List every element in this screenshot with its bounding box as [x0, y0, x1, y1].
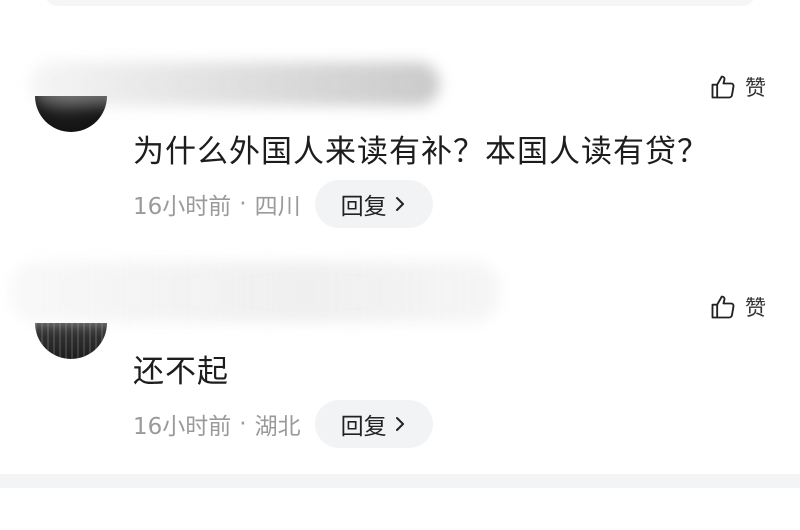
- comment-time: 16小时前: [133, 194, 232, 220]
- comment-location: 湖北: [254, 414, 301, 440]
- chevron-right-icon: [395, 417, 404, 431]
- reply-label: 回复: [340, 414, 387, 440]
- next-section-edge: [0, 488, 800, 530]
- previous-card-edge: [44, 0, 756, 6]
- like-label: 赞: [745, 296, 766, 320]
- chevron-right-icon: [395, 197, 404, 211]
- reply-label: 回复: [340, 194, 387, 220]
- comment-text: 为什么外国人来读有补？本国人读有贷？: [133, 134, 709, 170]
- thumbs-up-icon: [711, 75, 735, 99]
- comment-meta: 16小时前 · 四川 回复: [133, 180, 433, 228]
- meta-separator: ·: [239, 411, 247, 437]
- username-redacted: [30, 62, 440, 106]
- reply-button[interactable]: 回复: [314, 180, 433, 228]
- like-button[interactable]: 赞: [709, 72, 766, 102]
- meta-separator: ·: [239, 191, 247, 217]
- thumbs-up-icon: [711, 295, 735, 319]
- reply-button[interactable]: 回复: [314, 400, 433, 448]
- username-redacted: [10, 262, 500, 322]
- comment-text: 还不起: [133, 354, 229, 390]
- like-label: 赞: [745, 76, 766, 100]
- comment-location: 四川: [254, 194, 301, 220]
- comment-list: 赞 为什么外国人来读有补？本国人读有贷？ 16小时前 · 四川 回复 赞 还不起…: [0, 0, 800, 530]
- comment-meta: 16小时前 · 湖北 回复: [133, 400, 433, 448]
- like-button[interactable]: 赞: [709, 292, 766, 322]
- comment-time: 16小时前: [133, 414, 232, 440]
